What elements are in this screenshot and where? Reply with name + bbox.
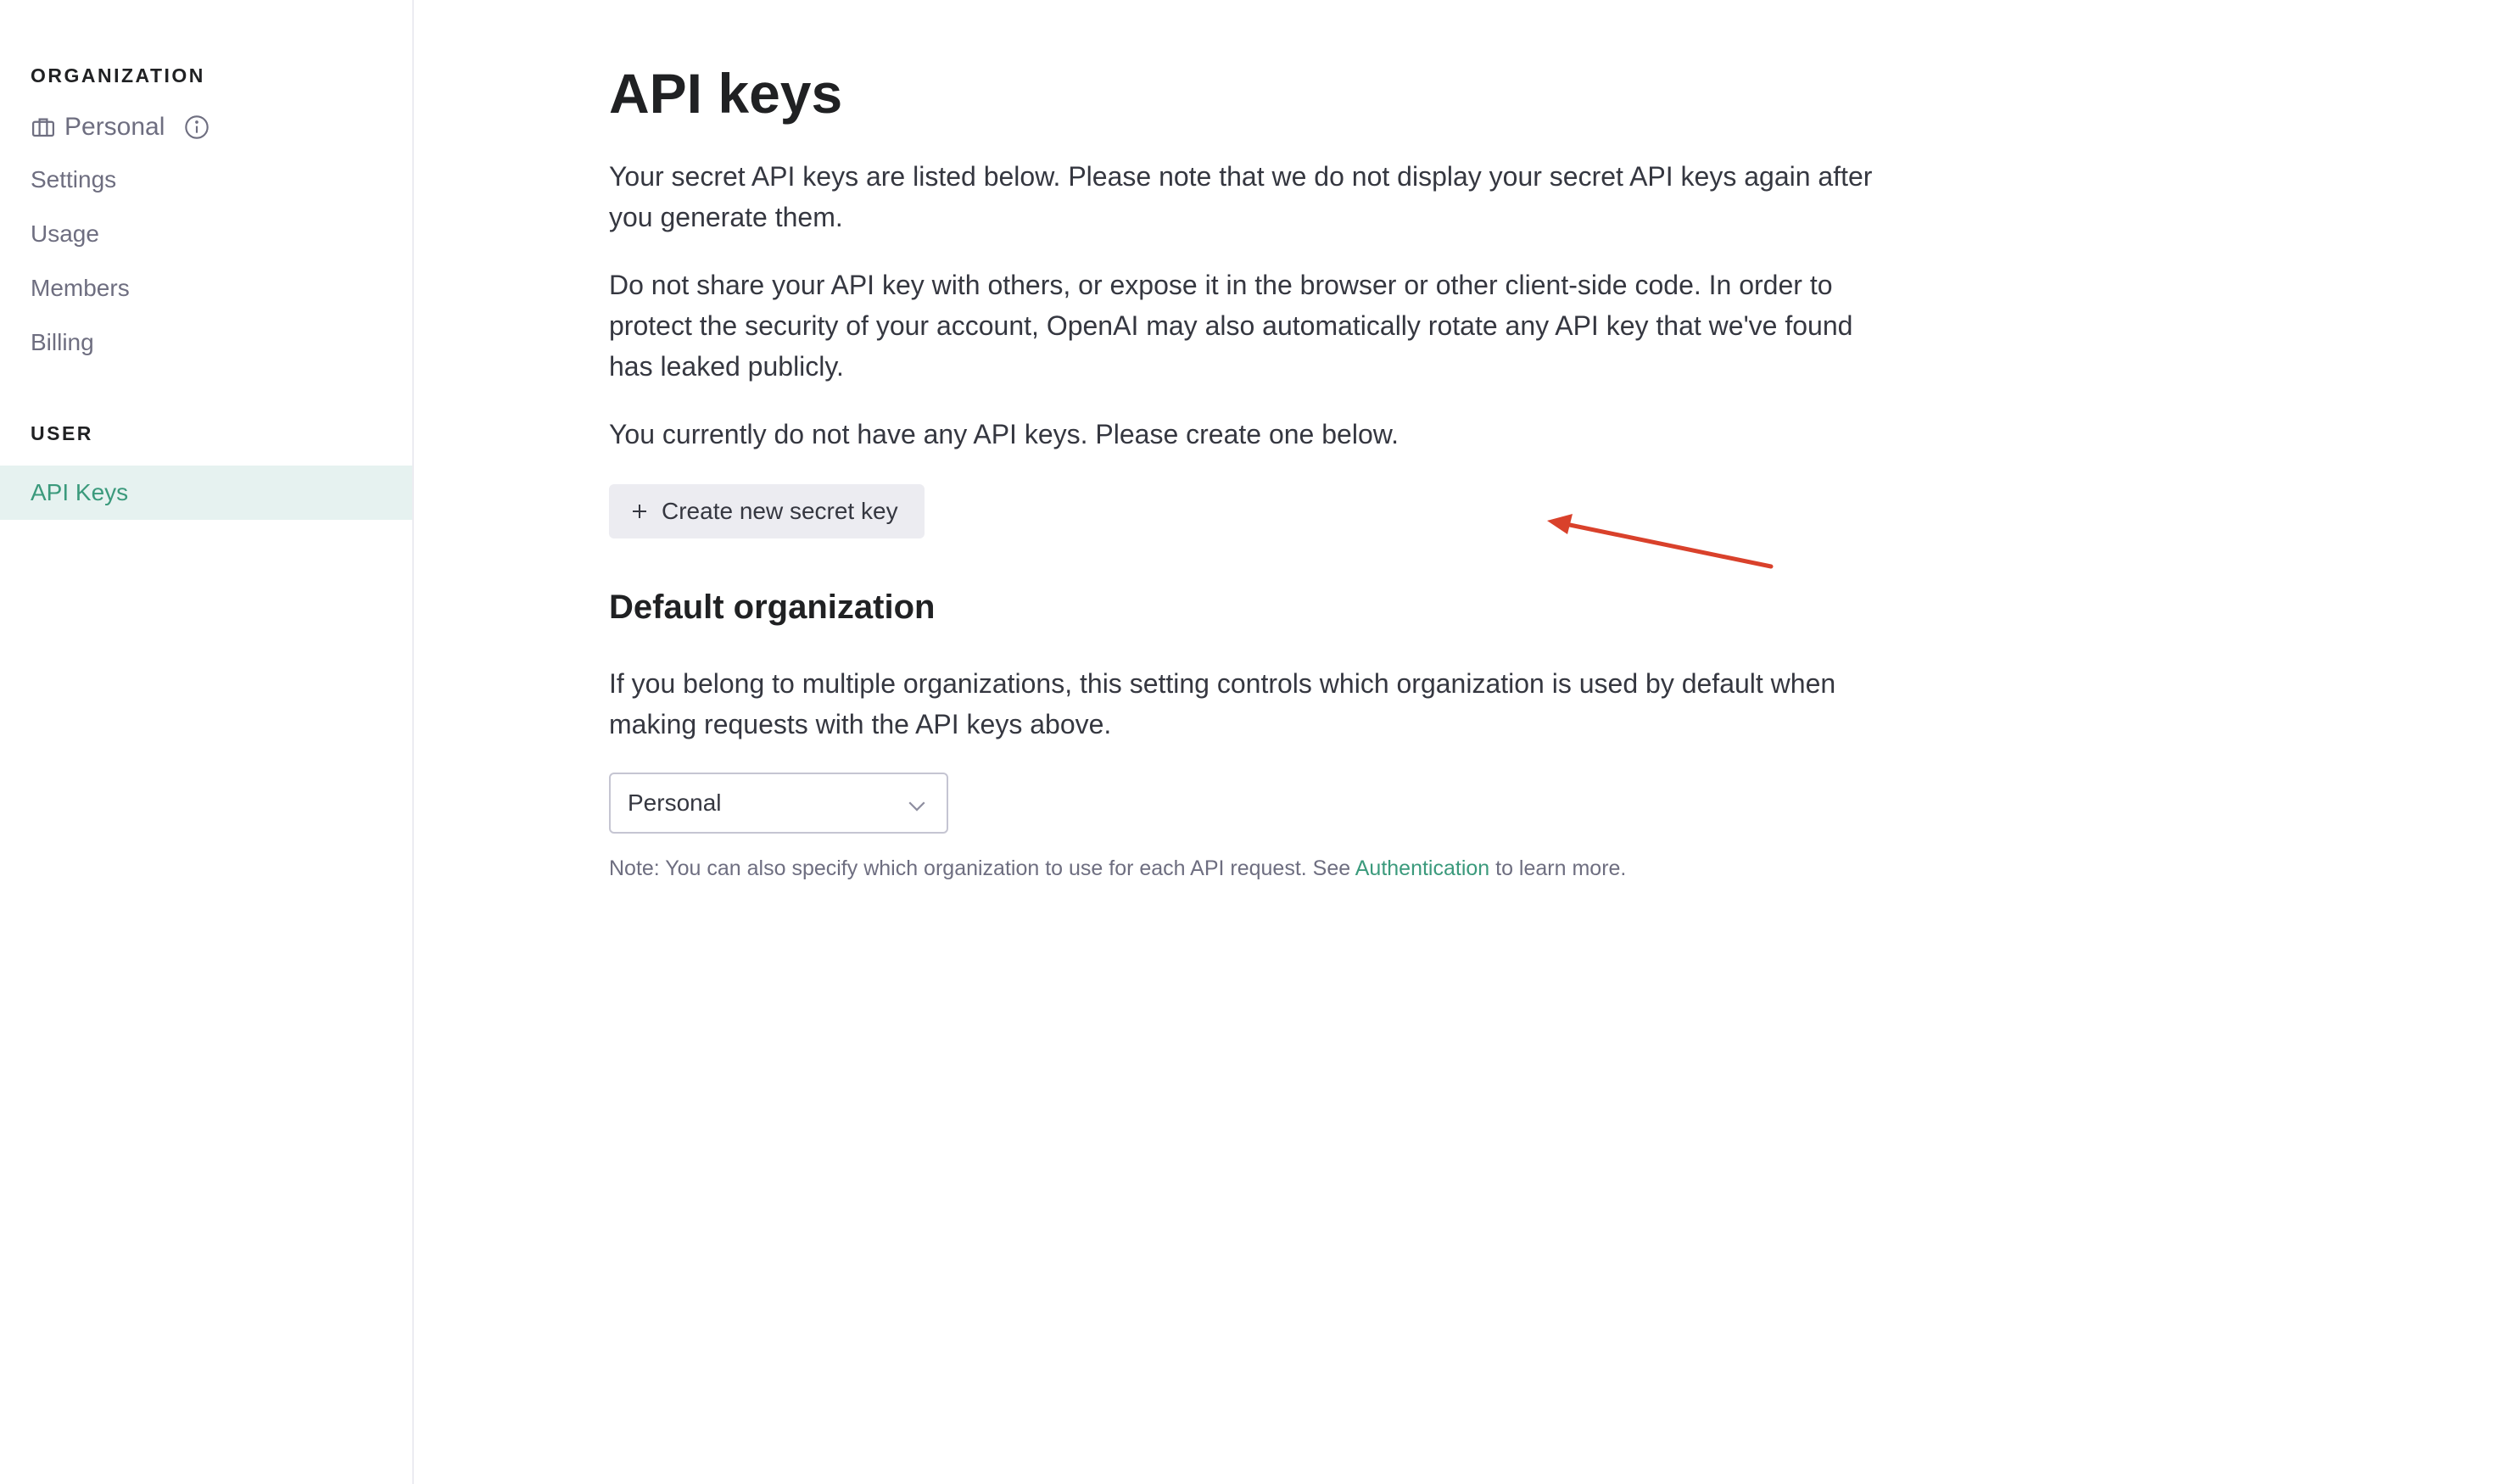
note-suffix: to learn more. — [1489, 856, 1627, 880]
create-new-secret-key-button[interactable]: Create new secret key — [609, 484, 925, 538]
default-organization-select[interactable]: Personal — [609, 773, 948, 834]
default-organization-description: If you belong to multiple organizations,… — [609, 668, 1836, 739]
default-organization-title: Default organization — [609, 589, 936, 626]
organization-name: Personal — [64, 113, 165, 141]
user-section-label: USER — [31, 422, 93, 444]
sidebar-item-members[interactable]: Members — [0, 261, 412, 315]
organization-section-label: ORGANIZATION — [31, 64, 205, 86]
sidebar: ORGANIZATION Personal Settings Usage Mem… — [0, 0, 414, 1484]
default-organization-value: Personal — [628, 789, 722, 816]
briefcase-icon — [31, 114, 56, 140]
sidebar-item-usage[interactable]: Usage — [0, 207, 412, 261]
authentication-link[interactable]: Authentication — [1355, 856, 1489, 880]
chevron-down-icon — [904, 793, 930, 818]
security-warning-text: Do not share your API key with others, o… — [609, 270, 1853, 382]
create-button-label: Create new secret key — [662, 498, 898, 524]
organization-switcher[interactable]: Personal — [31, 110, 210, 144]
sidebar-item-billing[interactable]: Billing — [0, 315, 412, 370]
sidebar-item-api-keys[interactable]: API Keys — [0, 466, 412, 520]
info-icon[interactable] — [183, 114, 210, 141]
intro-text: Your secret API keys are listed below. P… — [609, 161, 1873, 232]
empty-state-text: You currently do not have any API keys. … — [609, 419, 1399, 449]
plus-icon — [629, 501, 650, 522]
page-title: API keys — [609, 62, 843, 125]
annotation-arrow-icon — [1547, 514, 1774, 569]
note-prefix: Note: You can also specify which organiz… — [609, 856, 1355, 880]
sidebar-item-settings[interactable]: Settings — [0, 153, 412, 207]
default-organization-note: Note: You can also specify which organiz… — [609, 856, 1626, 881]
